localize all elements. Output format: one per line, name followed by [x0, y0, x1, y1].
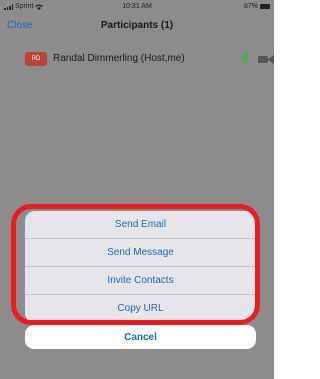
avatar: RD — [25, 52, 47, 66]
send-message-button[interactable]: Send Message — [25, 239, 256, 267]
page-title: Participants (1) — [100, 20, 174, 31]
status-time: 10:31 AM — [122, 3, 152, 10]
battery-info: 87% — [244, 3, 270, 10]
microphone-icon[interactable] — [241, 53, 250, 65]
invite-contacts-button[interactable]: Invite Contacts — [25, 267, 256, 295]
participants-screen: Sprint 10:31 AM 87% Close Participants (… — [0, 0, 274, 379]
share-action-sheet: Send Email Send Message Invite Contacts … — [25, 211, 256, 323]
nav-bar: Close Participants (1) — [0, 14, 274, 38]
participant-row[interactable]: RD Randal Dimmerling (Host,me) — [0, 50, 274, 70]
status-bar: Sprint 10:31 AM 87% — [0, 0, 274, 14]
battery-icon — [260, 4, 270, 9]
battery-percent: 87% — [243, 3, 258, 10]
copy-url-button[interactable]: Copy URL — [25, 295, 256, 323]
cancel-button[interactable]: Cancel — [25, 325, 256, 349]
participant-name: Randal Dimmerling (Host,me) — [53, 53, 185, 64]
video-camera-icon[interactable] — [258, 55, 274, 64]
send-email-button[interactable]: Send Email — [25, 211, 256, 239]
